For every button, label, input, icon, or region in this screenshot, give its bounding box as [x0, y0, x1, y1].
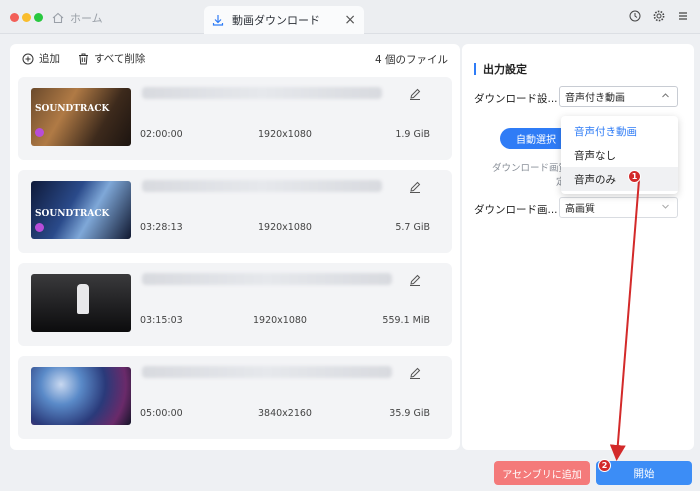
- tab-home-label: ホーム: [70, 12, 103, 25]
- close-tab-icon[interactable]: ×: [344, 12, 356, 28]
- edit-icon[interactable]: [408, 273, 422, 287]
- maximize-window-button[interactable]: [34, 13, 43, 22]
- section-accent-bar: [474, 63, 476, 75]
- file-count: 4 個のファイル: [374, 54, 448, 66]
- download-setting-dropdown: 音声付き動画 音声なし 音声のみ: [561, 116, 678, 194]
- video-thumbnail: [31, 274, 131, 332]
- video-size: 35.9 GiB: [389, 408, 430, 419]
- delete-all-button[interactable]: すべて削除: [78, 51, 145, 66]
- video-duration: 03:15:03: [140, 315, 183, 326]
- download-quality-select[interactable]: 高画質: [559, 197, 678, 218]
- edit-icon[interactable]: [408, 180, 422, 194]
- option-audio-only[interactable]: 音声のみ: [561, 167, 678, 191]
- add-to-assembly-button[interactable]: アセンブリに追加: [494, 461, 590, 485]
- tab-home[interactable]: ホーム: [52, 9, 103, 27]
- minimize-window-button[interactable]: [22, 13, 31, 22]
- add-button[interactable]: 追加: [22, 51, 60, 66]
- video-duration: 02:00:00: [140, 129, 183, 140]
- output-settings-title: 出力設定: [474, 61, 527, 77]
- video-resolution: 1920x1080: [258, 222, 312, 233]
- video-title-blurred: [142, 273, 392, 285]
- video-duration: 03:28:13: [140, 222, 183, 233]
- delete-all-button-label: すべて削除: [94, 53, 146, 65]
- video-thumbnail: SOUNDTRACK: [31, 181, 131, 239]
- annotation-marker-2: 2: [598, 459, 611, 472]
- quality-hint-line2: 定: [492, 176, 568, 190]
- add-button-label: 追加: [39, 53, 60, 65]
- gear-icon[interactable]: [652, 9, 666, 23]
- download-setting-select[interactable]: 音声付き動画: [559, 86, 678, 107]
- video-list-panel: 追加 すべて削除 4 個のファイル SOUNDTRACK 02:00:00 19…: [10, 44, 460, 450]
- video-thumbnail: SOUNDTRACK: [31, 88, 131, 146]
- video-item[interactable]: 05:00:00 3840x2160 35.9 GiB: [18, 356, 452, 439]
- add-circle-icon: [22, 53, 34, 64]
- output-settings-title-text: 出力設定: [483, 63, 527, 76]
- title-bar: ホーム 動画ダウンロード ×: [0, 0, 700, 34]
- option-no-audio[interactable]: 音声なし: [561, 143, 678, 167]
- video-item[interactable]: 03:15:03 1920x1080 559.1 MiB: [18, 263, 452, 346]
- home-icon: [52, 12, 64, 24]
- edit-icon[interactable]: [408, 366, 422, 380]
- download-icon: [212, 15, 224, 26]
- quality-hint: ダウンロード画質 定: [492, 162, 568, 190]
- video-item[interactable]: SOUNDTRACK 03:28:13 1920x1080 5.7 GiB: [18, 170, 452, 253]
- video-title-blurred: [142, 87, 382, 99]
- video-size: 5.7 GiB: [395, 222, 430, 233]
- video-item[interactable]: SOUNDTRACK 02:00:00 1920x1080 1.9 GiB: [18, 77, 452, 160]
- menu-icon[interactable]: [676, 9, 690, 23]
- trash-icon: [79, 53, 88, 64]
- download-setting-label: ダウンロード設...: [474, 93, 558, 105]
- video-size: 559.1 MiB: [382, 315, 430, 326]
- video-size: 1.9 GiB: [395, 129, 430, 140]
- history-icon[interactable]: [628, 9, 642, 23]
- annotation-marker-1: 1: [628, 170, 641, 183]
- thumbnail-text: SOUNDTRACK: [35, 209, 110, 219]
- option-video-with-audio[interactable]: 音声付き動画: [561, 119, 678, 143]
- video-resolution: 3840x2160: [258, 408, 312, 419]
- video-thumbnail: [31, 367, 131, 425]
- output-settings-panel: 出力設定 ダウンロード設... 音声付き動画 自動選択 ダウンロード画質 定 ダ…: [462, 44, 694, 450]
- list-toolbar: 追加 すべて削除 4 個のファイル: [10, 44, 460, 72]
- download-setting-value: 音声付き動画: [565, 93, 625, 104]
- video-duration: 05:00:00: [140, 408, 183, 419]
- video-title-blurred: [142, 366, 392, 378]
- download-quality-label: ダウンロード画...: [474, 204, 558, 216]
- download-quality-value: 高画質: [565, 204, 595, 215]
- quality-hint-line1: ダウンロード画質: [492, 163, 569, 174]
- chevron-down-icon: [662, 204, 669, 209]
- video-resolution: 1920x1080: [258, 129, 312, 140]
- thumbnail-figure: [77, 284, 89, 314]
- tab-video-download-label: 動画ダウンロード: [232, 14, 320, 27]
- video-resolution: 1920x1080: [253, 315, 307, 326]
- tab-video-download[interactable]: 動画ダウンロード ×: [204, 6, 364, 34]
- close-window-button[interactable]: [10, 13, 19, 22]
- music-badge-icon: [35, 128, 44, 137]
- music-badge-icon: [35, 223, 44, 232]
- edit-icon[interactable]: [408, 87, 422, 101]
- chevron-up-icon: [662, 93, 669, 98]
- thumbnail-text: SOUNDTRACK: [35, 104, 110, 114]
- video-title-blurred: [142, 180, 382, 192]
